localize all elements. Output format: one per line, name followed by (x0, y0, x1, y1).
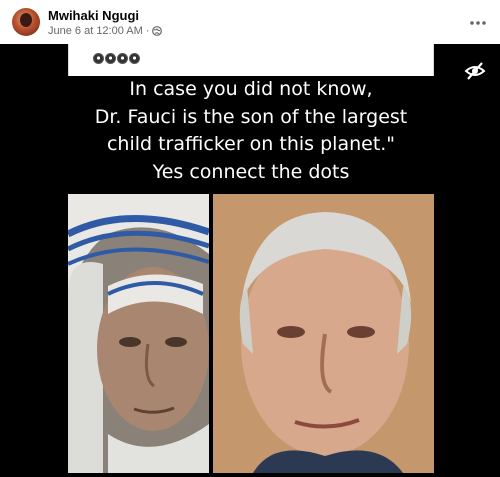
emoji-row (93, 53, 140, 64)
emoji-face-icon (105, 53, 116, 64)
emoji-face-icon (93, 53, 104, 64)
quoted-post-strip (68, 44, 434, 76)
portrait-right (213, 194, 434, 473)
emoji-face-icon (129, 53, 140, 64)
author-name[interactable]: Mwihaki Ngugi (48, 8, 139, 23)
more-horizontal-icon (469, 13, 487, 31)
post-header: Mwihaki Ngugi June 6 at 12:00 AM · (0, 0, 500, 44)
meme-card: In case you did not know, Dr. Fauci is t… (68, 44, 434, 473)
caption-line: child trafficker on this planet." (106, 133, 396, 155)
globe-icon (152, 26, 163, 36)
post-timestamp[interactable]: June 6 at 12:00 AM (48, 25, 143, 37)
caption-line: In case you did not know, (129, 78, 373, 100)
meta-separator: · (145, 25, 150, 37)
more-options-button[interactable] (466, 12, 490, 32)
post-image[interactable]: In case you did not know, Dr. Fauci is t… (0, 44, 500, 477)
portrait-left (68, 194, 209, 473)
eye-slash-icon[interactable] (464, 60, 486, 82)
caption-line: Yes connect the dots (152, 160, 350, 183)
avatar[interactable] (12, 8, 40, 36)
image-caption: In case you did not know, Dr. Fauci is t… (68, 76, 434, 186)
emoji-face-icon (117, 53, 128, 64)
caption-line: Dr. Fauci is the son of the largest (94, 105, 408, 128)
post-meta: June 6 at 12:00 AM · (48, 25, 163, 37)
photo-pair (68, 194, 434, 473)
